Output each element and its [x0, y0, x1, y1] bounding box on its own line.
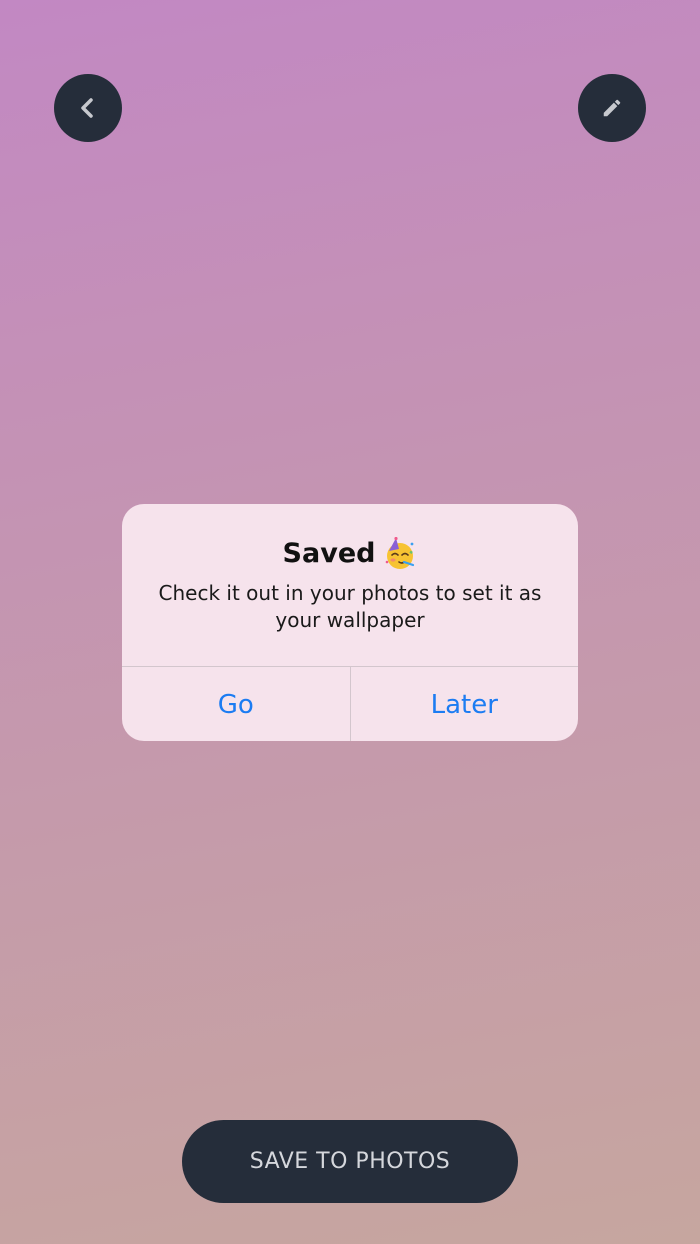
partying-face-emoji-icon — [386, 537, 415, 569]
alert-title: Saved — [282, 538, 376, 569]
alert-title-row: Saved — [122, 536, 578, 572]
back-button[interactable] — [54, 74, 122, 142]
alert-body: Saved Check it out in your photos to set… — [122, 504, 578, 666]
later-button[interactable]: Later — [349, 667, 579, 741]
alert-actions: Go Later — [122, 666, 578, 741]
alert-message: Check it out in your photos to set it as… — [158, 581, 542, 632]
go-button[interactable]: Go — [122, 667, 350, 741]
saved-alert-dialog: Saved Check it out in your photos to set… — [122, 504, 578, 741]
chevron-left-icon — [81, 98, 93, 118]
edit-button[interactable] — [578, 74, 646, 142]
pencil-icon — [603, 99, 621, 117]
save-to-photos-button[interactable]: SAVE TO PHOTOS — [182, 1120, 518, 1203]
